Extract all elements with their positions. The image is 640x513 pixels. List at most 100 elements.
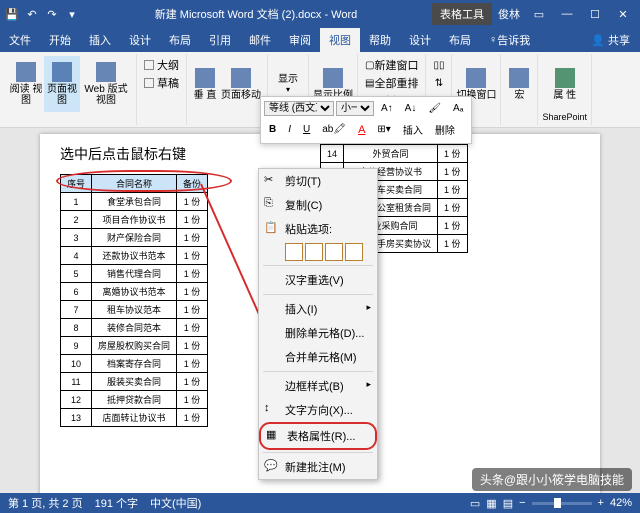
table-cell[interactable]: 9: [61, 337, 92, 355]
view-web-icon[interactable]: ▤: [503, 497, 513, 510]
paste-merge-icon[interactable]: [305, 243, 323, 261]
table-cell[interactable]: 店面转让协议书: [92, 409, 177, 427]
th-copies[interactable]: 备份: [177, 175, 208, 193]
ctx-hanzi[interactable]: 汉字重选(V): [259, 268, 377, 292]
table-cell[interactable]: 还款协议书范本: [92, 247, 177, 265]
table-cell[interactable]: 1 份: [177, 319, 208, 337]
table-cell[interactable]: 1 份: [438, 145, 468, 163]
table-cell[interactable]: 1 份: [177, 391, 208, 409]
table-cell[interactable]: 13: [61, 409, 92, 427]
table-cell[interactable]: 租车协议范本: [92, 301, 177, 319]
table-cell[interactable]: 1 份: [177, 337, 208, 355]
ctx-border[interactable]: 边框样式(B)▸: [259, 374, 377, 398]
ctx-merge[interactable]: 合并单元格(M): [259, 345, 377, 369]
status-lang[interactable]: 中文(中国): [150, 495, 201, 511]
table-cell[interactable]: 1 份: [177, 265, 208, 283]
table-cell[interactable]: 离婚协议书范本: [92, 283, 177, 301]
table-cell[interactable]: 5: [61, 265, 92, 283]
italic-icon[interactable]: I: [283, 121, 296, 138]
size-select[interactable]: 小一: [336, 101, 374, 116]
table-cell[interactable]: 7: [61, 301, 92, 319]
web-layout-button[interactable]: Web 版式视图: [80, 56, 132, 112]
arrange-button[interactable]: ▤ 全部重排: [362, 74, 421, 92]
table-row[interactable]: 6离婚协议书范本1 份: [61, 283, 208, 301]
table-cell[interactable]: 6: [61, 283, 92, 301]
share-button[interactable]: 👤 共享: [581, 32, 640, 48]
zoom-slider[interactable]: [532, 502, 592, 505]
underline-icon[interactable]: U: [298, 121, 315, 138]
styles-icon[interactable]: Aₐ: [448, 100, 468, 117]
table-cell[interactable]: 销售代理合同: [92, 265, 177, 283]
font-select[interactable]: 等线 (西文正: [264, 101, 334, 116]
ctx-copy[interactable]: ⎘复制(C): [259, 193, 377, 217]
table-row[interactable]: 14外贸合同1 份: [321, 145, 468, 163]
read-mode-button[interactable]: 阅读 视图: [8, 56, 44, 112]
save-icon[interactable]: 💾: [4, 6, 20, 22]
th-no[interactable]: 序号: [61, 175, 92, 193]
table-cell[interactable]: 8: [61, 319, 92, 337]
table-cell[interactable]: 档案寄存合同: [92, 355, 177, 373]
table-row[interactable]: 13店面转让协议书1 份: [61, 409, 208, 427]
table-cell[interactable]: 1 份: [177, 229, 208, 247]
table-cell[interactable]: 装修合同范本: [92, 319, 177, 337]
tab-references[interactable]: 引用: [200, 28, 240, 52]
tab-layout[interactable]: 布局: [160, 28, 200, 52]
tab-review[interactable]: 审阅: [280, 28, 320, 52]
table-row[interactable]: 5销售代理合同1 份: [61, 265, 208, 283]
undo-icon[interactable]: ↶: [24, 6, 40, 22]
tab-insert[interactable]: 插入: [80, 28, 120, 52]
format-painter-icon[interactable]: 🖌: [423, 100, 446, 117]
table-row[interactable]: 1食堂承包合同1 份: [61, 193, 208, 211]
pagemove-button[interactable]: 页面移动: [219, 56, 263, 112]
syncscroll-button[interactable]: ⇅: [432, 74, 446, 92]
vertical-button[interactable]: 垂 直: [191, 56, 219, 112]
table-cell[interactable]: 财产保险合同: [92, 229, 177, 247]
shrink-font-icon[interactable]: A↓: [400, 100, 422, 117]
highlight-icon[interactable]: ab🖍: [317, 121, 351, 138]
table-cell[interactable]: 抵押贷款合同: [92, 391, 177, 409]
zoom-value[interactable]: 42%: [610, 497, 632, 509]
table-cell[interactable]: 项目合作协议书: [92, 211, 177, 229]
ctx-tblprop[interactable]: ▦表格属性(R)...: [259, 422, 377, 450]
qat-more-icon[interactable]: ▾: [64, 6, 80, 22]
table-row[interactable]: 9房屋股权购买合同1 份: [61, 337, 208, 355]
main-table-left[interactable]: 序号合同名称备份 1食堂承包合同1 份2项目合作协议书1 份3财产保险合同1 份…: [60, 174, 208, 427]
tbl-insert-button[interactable]: 插入: [398, 119, 428, 140]
grow-font-icon[interactable]: A↑: [376, 100, 398, 117]
zoom-out-icon[interactable]: −: [519, 497, 525, 509]
table-cell[interactable]: 1 份: [438, 217, 468, 235]
table-cell[interactable]: 1 份: [177, 301, 208, 319]
ctx-cut[interactable]: ✂剪切(T): [259, 169, 377, 193]
tab-help[interactable]: 帮助: [360, 28, 400, 52]
table-row[interactable]: 7租车协议范本1 份: [61, 301, 208, 319]
props-button[interactable]: 属 性: [551, 56, 579, 112]
redo-icon[interactable]: ↷: [44, 6, 60, 22]
tab-tbl-design[interactable]: 设计: [400, 28, 440, 52]
bold-icon[interactable]: B: [264, 121, 281, 138]
maximize-icon[interactable]: ☐: [582, 8, 608, 21]
table-cell[interactable]: 1 份: [438, 199, 468, 217]
close-icon[interactable]: ✕: [610, 8, 636, 21]
zoom-in-icon[interactable]: +: [598, 497, 604, 509]
table-cell[interactable]: 1 份: [438, 235, 468, 253]
table-cell[interactable]: 食堂承包合同: [92, 193, 177, 211]
tab-tellme[interactable]: ♀ 告诉我: [480, 28, 539, 52]
table-cell[interactable]: 3: [61, 229, 92, 247]
table-cell[interactable]: 1 份: [438, 163, 468, 181]
table-row[interactable]: 12抵押贷款合同1 份: [61, 391, 208, 409]
view-print-icon[interactable]: ▦: [486, 497, 496, 510]
ctx-newcomment[interactable]: 💬新建批注(M): [259, 455, 377, 479]
paste-keep-src-icon[interactable]: [285, 243, 303, 261]
table-cell[interactable]: 11: [61, 373, 92, 391]
table-row[interactable]: 3财产保险合同1 份: [61, 229, 208, 247]
table-row[interactable]: 8装修合同范本1 份: [61, 319, 208, 337]
view-readmode-icon[interactable]: ▭: [470, 497, 480, 510]
tab-mailings[interactable]: 邮件: [240, 28, 280, 52]
ctx-insert[interactable]: 插入(I)▸: [259, 297, 377, 321]
table-cell[interactable]: 1 份: [177, 409, 208, 427]
table-row[interactable]: 4还款协议书范本1 份: [61, 247, 208, 265]
table-cell[interactable]: 1 份: [177, 373, 208, 391]
table-row[interactable]: 10档案寄存合同1 份: [61, 355, 208, 373]
table-cell[interactable]: 1 份: [438, 181, 468, 199]
paste-picture-icon[interactable]: [325, 243, 343, 261]
